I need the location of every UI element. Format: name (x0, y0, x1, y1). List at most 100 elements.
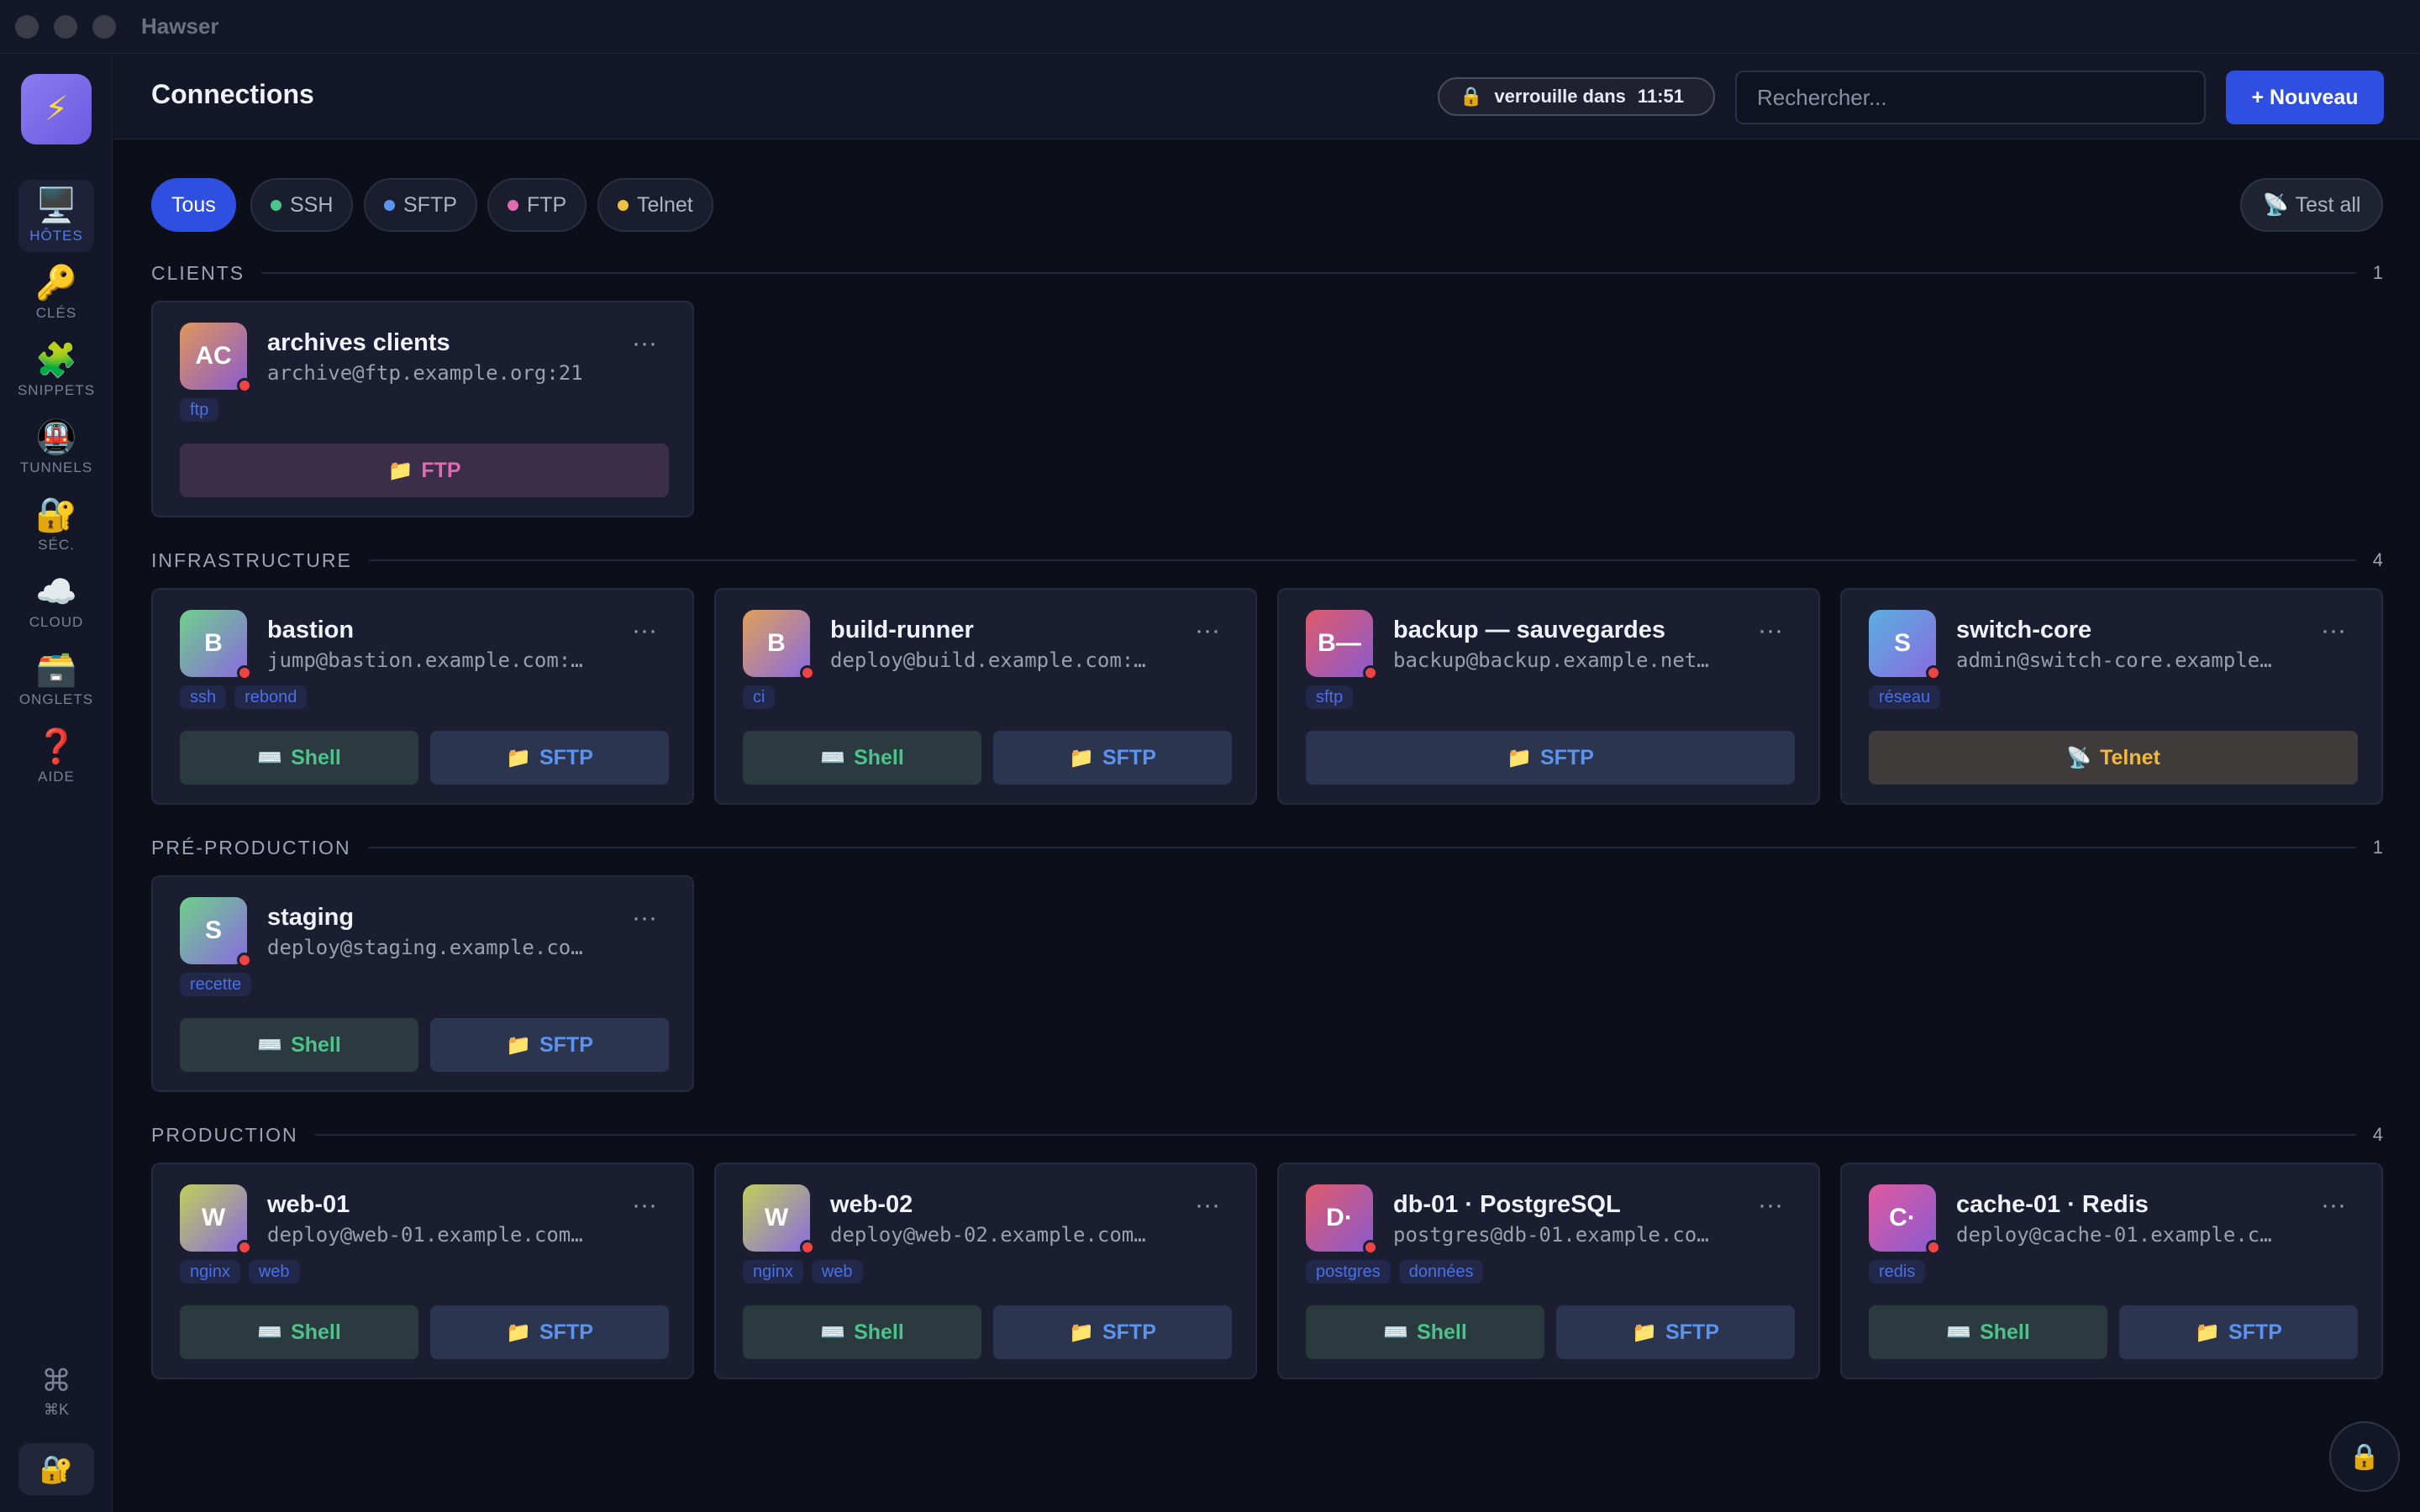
more-options-icon[interactable]: ··· (1186, 618, 1228, 652)
more-options-icon[interactable]: ··· (2312, 1193, 2354, 1226)
sidebar-item-sec[interactable]: 🔐 SÉC. (18, 489, 94, 561)
avatar-initials: AC (195, 342, 232, 370)
snippets-icon: 🧩 (35, 342, 77, 379)
shell-button[interactable]: ⌨️ Shell (180, 1018, 418, 1072)
filter-label: FTP (527, 192, 567, 217)
sftp-button[interactable]: 📁 SFTP (430, 1305, 669, 1359)
search-input[interactable] (1735, 71, 2206, 124)
shell-button[interactable]: ⌨️ Shell (743, 1305, 981, 1359)
tag[interactable]: rebond (234, 685, 308, 709)
tag[interactable]: redis (1869, 1260, 1926, 1284)
tag[interactable]: ftp (180, 398, 219, 422)
filter-tous[interactable]: Tous (151, 178, 236, 232)
tag[interactable]: recette (180, 973, 252, 996)
sidebar-item-tunnels[interactable]: 🚇 TUNNELS (18, 412, 94, 484)
more-options-icon[interactable]: ··· (623, 618, 666, 652)
shell-button[interactable]: ⌨️ Shell (180, 1305, 418, 1359)
filter-label: Tous (171, 192, 216, 217)
tag-list: postgres données (1306, 1260, 1484, 1284)
connection-address: postgres@db-01.example.com:22 (1393, 1223, 1712, 1247)
tag[interactable]: web (811, 1260, 863, 1284)
filter-ssh[interactable]: SSH (250, 178, 354, 232)
connection-card[interactable]: D· db-01 · PostgreSQL postgres@db-01.examp… (1277, 1163, 1820, 1379)
shell-button[interactable]: ⌨️ Shell (743, 731, 981, 785)
tag[interactable]: nginx (743, 1260, 803, 1284)
section-count: 1 (2372, 837, 2383, 858)
divider (261, 272, 2356, 274)
sftp-button[interactable]: 📁 SFTP (993, 731, 1232, 785)
tag[interactable]: réseau (1869, 685, 1941, 709)
section-header-production: PRODUCTION 4 (151, 1122, 2383, 1147)
avatar-initials: B— (1318, 629, 1361, 657)
filter-ftp[interactable]: FTP (487, 178, 587, 232)
action-label: SFTP (2228, 1320, 2282, 1344)
new-connection-button[interactable]: + Nouveau (2226, 71, 2384, 124)
sftp-button[interactable]: 📁 SFTP (993, 1305, 1232, 1359)
more-options-icon[interactable]: ··· (623, 331, 666, 365)
connection-card[interactable]: Sswitch-core admin@switch-core.example.ne… (1840, 588, 2383, 805)
tag[interactable]: données (1398, 1260, 1484, 1284)
lock-button[interactable]: 🔒 (2329, 1421, 2400, 1492)
sidebar-item-snippets[interactable]: 🧩 SNIPPETS (18, 334, 94, 407)
connection-card[interactable]: Wweb-02 deploy@web-02.example.com:22 ··· ng… (714, 1163, 1257, 1379)
more-options-icon[interactable]: ··· (1749, 1193, 1791, 1226)
offline-status-dot (1926, 665, 1941, 680)
tag[interactable]: nginx (180, 1260, 240, 1284)
shell-button[interactable]: ⌨️ Shell (180, 731, 418, 785)
minimize-window-button[interactable] (54, 14, 77, 39)
filter-telnet[interactable]: Telnet (597, 178, 713, 232)
connection-card[interactable]: C· cache-01 · Redis deploy@cache-01.exampl… (1840, 1163, 2383, 1379)
more-options-icon[interactable]: ··· (1186, 1193, 1228, 1226)
more-options-icon[interactable]: ··· (1749, 618, 1791, 652)
folder-icon: 📁 (1632, 1320, 1657, 1344)
connection-card[interactable]: AC archives clients archive@ftp.example.or… (151, 301, 694, 517)
sidebar-item-aide[interactable]: ❓ AIDE (18, 721, 94, 793)
auto-lock-timer[interactable]: 🔒 verrouille dans 11:51 (1438, 77, 1715, 116)
sidebar-item-cles[interactable]: 🔑 CLÉS (18, 257, 94, 329)
filter-sftp[interactable]: SFTP (364, 178, 477, 232)
sidebar-item-hotes[interactable]: 🖥️ HÔTES (18, 180, 94, 252)
tag[interactable]: sftp (1306, 685, 1354, 709)
test-all-button[interactable]: 📡 Test all (2240, 178, 2383, 232)
sftp-button[interactable]: 📁 SFTP (430, 731, 669, 785)
connection-card[interactable]: Wweb-01 deploy@web-01.example.com:22 ··· ng… (151, 1163, 694, 1379)
folder-icon: 📁 (1507, 746, 1532, 769)
close-window-button[interactable] (15, 14, 39, 39)
connection-name: archives clients (267, 329, 450, 356)
action-label: SFTP (539, 1320, 593, 1344)
sidebar-item-onglets[interactable]: 🗃️ ONGLETS (18, 643, 94, 716)
sftp-button[interactable]: 📁 SFTP (430, 1018, 669, 1072)
section-count: 1 (2372, 262, 2383, 283)
section-header-pre-production: PRÉ-PRODUCTION 1 (151, 835, 2383, 860)
tag[interactable]: postgres (1306, 1260, 1391, 1284)
sftp-button[interactable]: 📁 SFTP (2119, 1305, 2358, 1359)
ftp-button[interactable]: 📁 FTP (180, 444, 669, 497)
sftp-button[interactable]: 📁 SFTP (1556, 1305, 1795, 1359)
tag[interactable]: web (248, 1260, 300, 1284)
more-options-icon[interactable]: ··· (623, 1193, 666, 1226)
shell-button[interactable]: ⌨️ Shell (1869, 1305, 2107, 1359)
section-label: INFRASTRUCTURE (151, 549, 352, 571)
divider (367, 847, 2356, 848)
command-palette-button[interactable]: ⌘ ⌘K (18, 1364, 94, 1419)
zoom-window-button[interactable] (92, 14, 116, 39)
action-label: Telnet (2100, 745, 2160, 769)
connection-card[interactable]: Bbastion jump@bastion.example.com:22 ··· ss… (151, 588, 694, 805)
folder-icon: 📁 (506, 746, 531, 769)
more-options-icon[interactable]: ··· (623, 906, 666, 939)
folder-icon: 📁 (1069, 1320, 1094, 1344)
lock-vault-button[interactable]: 🔐 (18, 1443, 94, 1495)
more-options-icon[interactable]: ··· (2312, 618, 2354, 652)
sftp-button[interactable]: 📁 SFTP (1306, 731, 1795, 785)
connection-card[interactable]: Sstaging deploy@staging.example.com:22 ···… (151, 875, 694, 1092)
sidebar-item-cloud[interactable]: ☁️ CLOUD (18, 566, 94, 638)
sidebar-item-label: CLOUD (29, 614, 84, 630)
tag[interactable]: ssh (180, 685, 227, 709)
avatar-initials: W (764, 1204, 789, 1231)
connection-card[interactable]: B— backup — sauvegardes backup@backup.exam… (1277, 588, 1820, 805)
shell-button[interactable]: ⌨️ Shell (1306, 1305, 1544, 1359)
action-label: Shell (291, 745, 341, 769)
tag[interactable]: ci (743, 685, 776, 709)
telnet-button[interactable]: 📡 Telnet (1869, 731, 2358, 785)
connection-card[interactable]: Bbuild-runner deploy@build.example.com:22… (714, 588, 1257, 805)
